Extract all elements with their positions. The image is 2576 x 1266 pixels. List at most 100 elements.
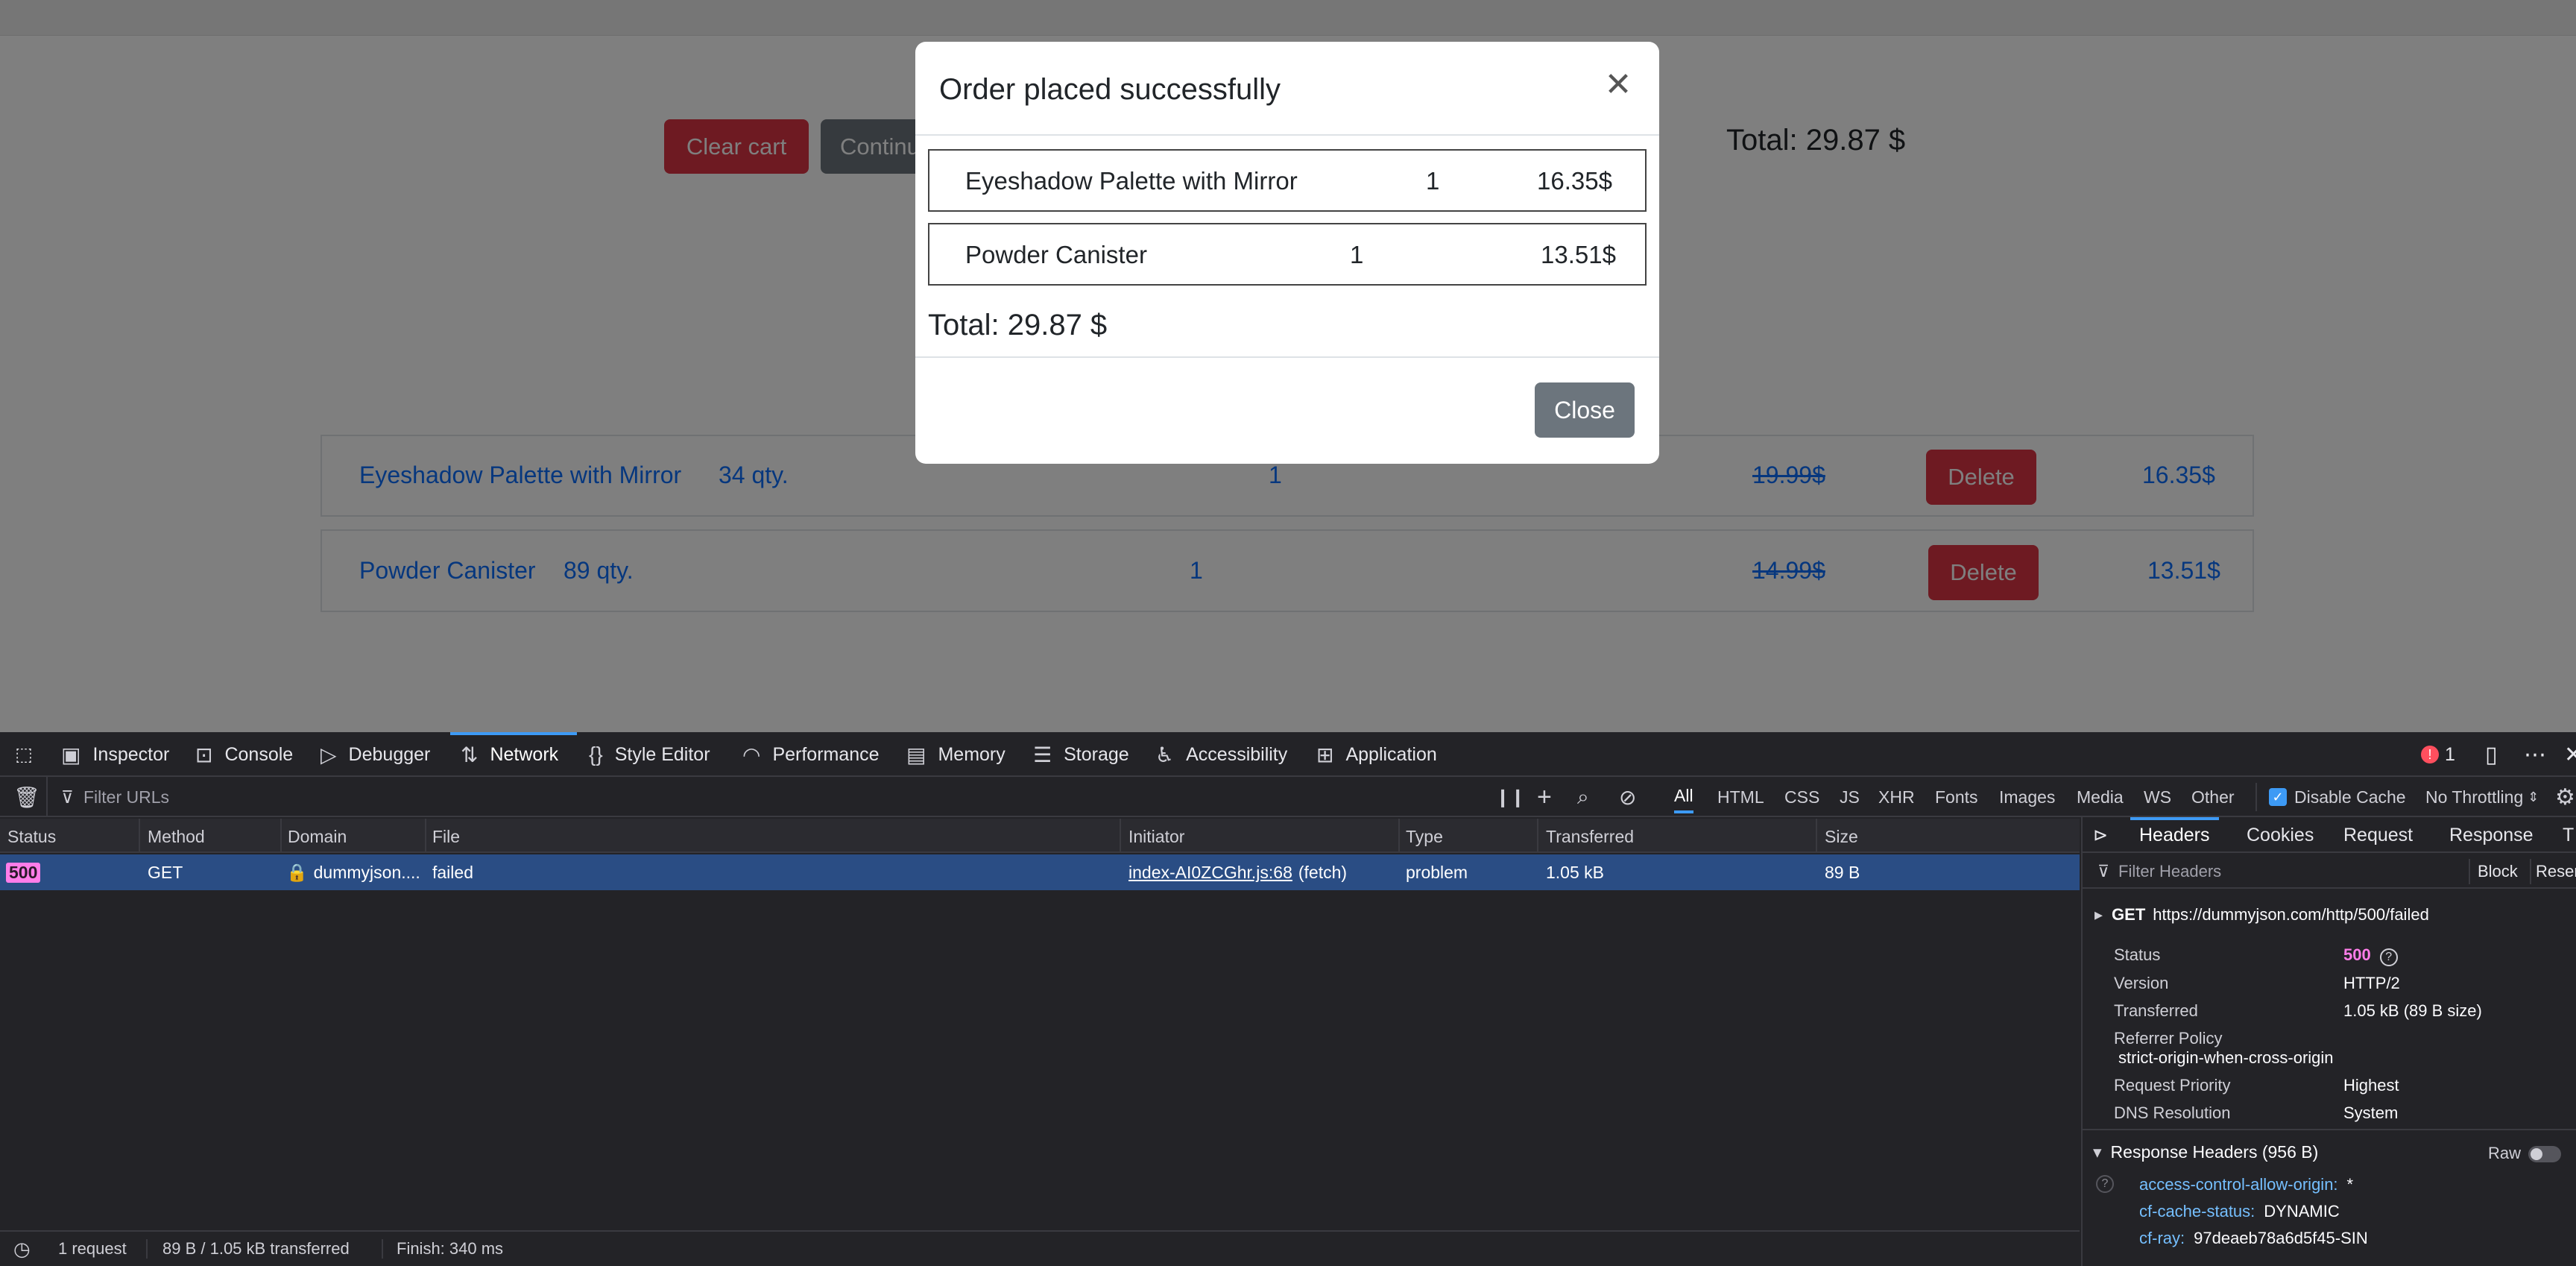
filter-urls-input[interactable]: Filter URLs: [83, 777, 169, 817]
request-line-method: GET: [2112, 905, 2146, 924]
side-tab-timings[interactable]: T: [2563, 817, 2574, 853]
side-tab-headers[interactable]: Headers: [2130, 817, 2219, 850]
style-editor-icon: {}: [589, 743, 603, 766]
settings-gear-icon[interactable]: ⚙: [2555, 777, 2575, 817]
column-divider[interactable]: [280, 819, 282, 853]
column-file[interactable]: File: [432, 819, 460, 854]
filter-icon: ⊽: [2097, 862, 2110, 881]
type-filter-xhr[interactable]: XHR: [1878, 777, 1915, 817]
type-filter-css[interactable]: CSS: [1784, 777, 1819, 817]
type-filter-js[interactable]: JS: [1840, 777, 1860, 817]
type-filter-media[interactable]: Media: [2077, 777, 2124, 817]
column-divider[interactable]: [1537, 819, 1538, 853]
status-code: 500: [2343, 945, 2371, 964]
raw-label: Raw: [2488, 1144, 2522, 1162]
raw-toggle[interactable]: Raw: [2488, 1144, 2562, 1163]
request-transferred: 1.05 kB: [1546, 862, 1604, 882]
column-divider[interactable]: [139, 819, 140, 853]
request-file: failed: [432, 862, 473, 882]
divider: [2530, 859, 2531, 884]
pause-icon[interactable]: ❙❙: [1495, 777, 1525, 817]
toggle-sidebar-icon[interactable]: ⊳: [2093, 817, 2108, 853]
column-type[interactable]: Type: [1406, 819, 1443, 854]
column-size[interactable]: Size: [1825, 819, 1858, 854]
column-divider[interactable]: [1398, 819, 1400, 853]
modal-title: Order placed successfully: [939, 73, 1281, 106]
block-icon[interactable]: ⊘: [1619, 777, 1636, 817]
search-icon[interactable]: ⌕: [1577, 777, 1589, 817]
devtools-tab-bar: ⬚ ▣ Inspector ⊡ Console ▷ Debugger ⇅ Network…: [0, 732, 2576, 777]
domain-text: dummyjson....: [313, 862, 420, 882]
dropdown-icon: ⇕: [2528, 789, 2539, 804]
add-icon[interactable]: +: [1537, 777, 1552, 817]
response-headers-toggle[interactable]: ▾ Response Headers (956 B): [2093, 1142, 2318, 1162]
tab-memory[interactable]: ▤ Memory: [906, 732, 1006, 777]
disable-cache-label: Disable Cache: [2294, 787, 2406, 807]
tab-debugger[interactable]: ▷ Debugger: [321, 732, 430, 777]
header-name: cf-cache-status:: [2139, 1202, 2255, 1221]
tab-application[interactable]: ⊞ Application: [1316, 732, 1437, 777]
request-row[interactable]: 500 GET 🔒 dummyjson.... failed index-AI0Z…: [0, 854, 2080, 890]
type-filter-html[interactable]: HTML: [1717, 777, 1764, 817]
more-options-icon[interactable]: ⋯: [2524, 732, 2546, 777]
tab-inspector[interactable]: ▣ Inspector: [61, 732, 169, 777]
column-divider[interactable]: [1120, 819, 1121, 853]
responsive-design-icon[interactable]: ▯: [2485, 732, 2498, 777]
collapse-arrow-icon: ▾: [2093, 1142, 2102, 1162]
block-button[interactable]: Block: [2478, 862, 2518, 881]
tab-console[interactable]: ⊡ Console: [195, 732, 293, 777]
network-toolbar: 🗑 ⊽ Filter URLs ❙❙ + ⌕ ⊘ All HTML CSS JS…: [0, 777, 2576, 817]
modal-close-button[interactable]: Close: [1535, 382, 1635, 438]
tab-storage[interactable]: ☰ Storage: [1033, 732, 1129, 777]
type-filter-all[interactable]: All: [1674, 781, 1693, 813]
close-devtools-icon[interactable]: ✕: [2564, 732, 2576, 777]
side-tab-response[interactable]: Response: [2449, 817, 2534, 853]
detail-key: Transferred: [2114, 1001, 2198, 1020]
column-divider[interactable]: [425, 819, 426, 853]
filter-headers-input[interactable]: Filter Headers: [2118, 862, 2221, 881]
type-filter-other[interactable]: Other: [2191, 777, 2235, 817]
detail-key: DNS Resolution: [2114, 1103, 2231, 1122]
element-picker-icon[interactable]: ⬚: [9, 732, 39, 777]
tab-accessibility[interactable]: ♿ Accessibility: [1155, 732, 1287, 777]
trash-icon[interactable]: 🗑: [13, 777, 40, 817]
request-details-panel: ⊳ Headers Cookies Request Response T ⊽ F…: [2081, 817, 2576, 1266]
order-item-quantity: 1: [1350, 241, 1364, 268]
divider: [2255, 783, 2257, 811]
tab-style-editor[interactable]: {} Style Editor: [589, 732, 710, 777]
type-filter-images[interactable]: Images: [1999, 777, 2055, 817]
help-icon[interactable]: ?: [2379, 948, 2398, 966]
error-indicator[interactable]: ! 1: [2421, 732, 2455, 777]
close-icon[interactable]: ✕: [1600, 66, 1637, 103]
tab-network[interactable]: ⇅ Network: [450, 732, 577, 777]
divider: [2083, 1129, 2576, 1130]
detail-value: Highest: [2343, 1076, 2399, 1095]
column-transferred[interactable]: Transferred: [1546, 819, 1634, 854]
initiator-link[interactable]: index-AI0ZCGhr.js:68: [1128, 863, 1292, 883]
modal-footer-divider: [915, 356, 1659, 358]
column-method[interactable]: Method: [148, 819, 205, 854]
tab-performance[interactable]: ◠ Performance: [742, 732, 880, 777]
accessibility-icon: ♿: [1155, 743, 1175, 766]
tab-label: Inspector: [92, 743, 170, 765]
throttling-select[interactable]: No Throttling ⇕: [2425, 777, 2539, 817]
type-filter-ws[interactable]: WS: [2144, 777, 2171, 817]
column-status[interactable]: Status: [7, 819, 56, 854]
side-tab-request[interactable]: Request: [2343, 817, 2413, 853]
request-line[interactable]: ▸ GET https://dummyjson.com/http/500/faile…: [2094, 905, 2429, 925]
type-filter-fonts[interactable]: Fonts: [1935, 777, 1978, 817]
disable-cache-checkbox[interactable]: ✓ Disable Cache: [2269, 777, 2406, 817]
app-page: Clear cart Continue Total: 29.87 $ Eyesh…: [0, 0, 2576, 732]
console-icon: ⊡: [195, 743, 213, 766]
help-icon[interactable]: ?: [2096, 1175, 2114, 1193]
toggle-switch[interactable]: [2528, 1146, 2562, 1163]
request-initiator[interactable]: index-AI0ZCGhr.js:68 (fetch): [1128, 854, 1347, 890]
tab-label: Style Editor: [614, 743, 710, 765]
modal-header-divider: [915, 134, 1659, 136]
resend-button[interactable]: Resen: [2536, 862, 2576, 881]
column-initiator[interactable]: Initiator: [1128, 819, 1184, 854]
column-domain[interactable]: Domain: [288, 819, 347, 854]
column-divider[interactable]: [1816, 819, 1817, 853]
side-tab-cookies[interactable]: Cookies: [2247, 817, 2314, 853]
divider: [382, 1239, 383, 1259]
